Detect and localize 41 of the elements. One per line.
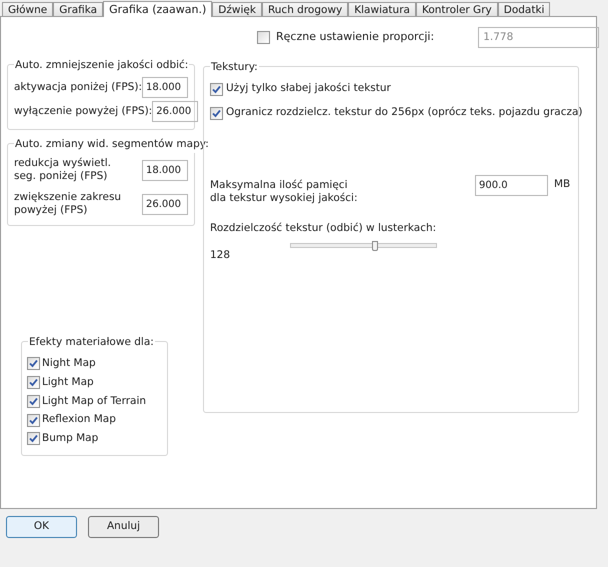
checkbox[interactable] xyxy=(257,30,270,44)
checkbox-label: Reflexion Map xyxy=(42,412,116,428)
tab[interactable]: Dodatki xyxy=(498,2,550,16)
tab[interactable]: Dźwięk xyxy=(212,2,262,16)
checkbox[interactable] xyxy=(27,394,40,408)
dialog-button[interactable]: OK xyxy=(6,516,77,538)
number-input-field[interactable]: 18.000 xyxy=(142,160,188,180)
checkbox-label: Użyj tylko słabej jakości tekstur xyxy=(226,81,391,96)
slider-label: Rozdzielczość tekstur (odbić) w lusterkach: xyxy=(210,221,436,236)
checkbox[interactable] xyxy=(210,82,223,96)
checkbox[interactable] xyxy=(27,414,40,427)
slider-value: 128 xyxy=(210,248,232,263)
slider-thumb[interactable] xyxy=(372,240,378,251)
field-label: redukcja wyświetl. seg. poniżej (FPS) xyxy=(14,157,112,183)
checkbox-label: Ręczne ustawienie proporcji: xyxy=(276,28,434,45)
tab[interactable]: Główne xyxy=(2,2,54,16)
checkbox[interactable] xyxy=(210,106,223,120)
dialog-button[interactable]: Anuluj xyxy=(88,516,159,538)
checkbox-label: Light Map xyxy=(42,374,94,390)
number-input-field[interactable]: 26.000 xyxy=(152,101,198,122)
checkbox[interactable] xyxy=(27,357,40,370)
checkbox-label: Night Map xyxy=(42,356,96,371)
number-input-field[interactable]: 26.000 xyxy=(142,194,188,214)
checkbox[interactable] xyxy=(27,376,40,390)
field-label: wyłączenie powyżej (FPS): xyxy=(14,104,152,119)
number-input-field[interactable]: 900.0 xyxy=(475,175,548,196)
tab[interactable]: Klawiatura xyxy=(348,2,416,16)
tab[interactable]: Grafika (zaawan.) xyxy=(103,1,212,17)
checkbox-label: Light Map of Terrain xyxy=(42,394,146,408)
checkbox-label: Bump Map xyxy=(42,431,98,446)
tab[interactable]: Grafika xyxy=(53,2,104,16)
field-label: Maksymalna ilość pamięci dla tekstur wysokiej jakości: xyxy=(210,179,358,205)
number-input-field[interactable]: 18.000 xyxy=(142,77,188,98)
group-title: Auto. zmiany wid. segmentów mapy: xyxy=(14,137,210,153)
tab[interactable]: Kontroler Gry xyxy=(416,2,498,16)
field-label: aktywacja poniżej (FPS): xyxy=(14,80,142,95)
checkbox[interactable] xyxy=(27,432,40,446)
tab[interactable]: Ruch drogowy xyxy=(262,2,348,16)
checkbox-label: Ogranicz rozdzielcz. tekstur do 256px (oprócz teks. pojazdu gracza) xyxy=(226,105,583,120)
unit-label: MB xyxy=(554,177,570,192)
field-label: zwiększenie zakresu powyżej (FPS) xyxy=(14,191,122,217)
